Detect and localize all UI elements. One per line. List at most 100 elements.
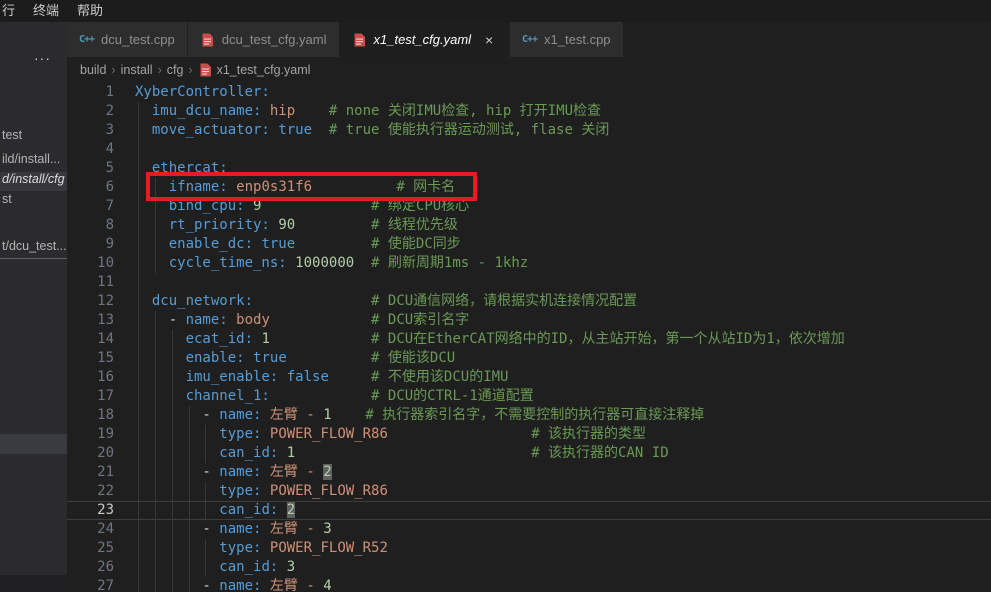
indent-guide — [138, 178, 139, 197]
indent-guide — [172, 558, 173, 577]
indent-guide — [172, 349, 173, 368]
code-line-content: ethercat: — [135, 159, 991, 178]
code-editor[interactable]: 1XyberController:2 imu_dcu_name: hip # n… — [67, 83, 991, 592]
gutter-line-number: 13 — [67, 311, 114, 330]
indent-guide — [172, 502, 173, 521]
code-line[interactable]: 25 type: POWER_FLOW_R52 — [67, 539, 991, 558]
word-highlight: 2 — [287, 502, 295, 518]
more-actions-icon[interactable]: ··· — [34, 50, 51, 66]
indent-guide — [138, 121, 139, 140]
code-line[interactable]: 11 — [67, 273, 991, 292]
indent-guide — [138, 482, 139, 501]
tab-dcu_test_cfg.yaml[interactable]: dcu_test_cfg.yaml — [188, 22, 339, 57]
indent-guide — [138, 140, 139, 159]
sidebar-selected-row[interactable] — [0, 434, 67, 454]
indent-guide — [155, 178, 156, 197]
code-line[interactable]: 3 move_actuator: true # true 使能执行器运动测试, … — [67, 121, 991, 140]
sidebar-divider — [0, 258, 67, 259]
gutter-line-number: 16 — [67, 368, 114, 387]
code-line-content: - name: body # DCU索引名字 — [135, 311, 991, 330]
gutter-line-number: 27 — [67, 577, 114, 592]
indent-guide — [138, 197, 139, 216]
tab-x1_test.cpp[interactable]: C++x1_test.cpp — [510, 22, 623, 57]
code-line[interactable]: 15 enable: true # 使能该DCU — [67, 349, 991, 368]
menu-item-帮助[interactable]: 帮助 — [68, 0, 112, 22]
code-line-content: channel_1: # DCU的CTRL-1通道配置 — [135, 387, 991, 406]
code-line[interactable]: 13 - name: body # DCU索引名字 — [67, 311, 991, 330]
editor-tab-bar: C++dcu_test.cpp dcu_test_cfg.yaml x1_test_… — [67, 22, 991, 57]
gutter-line-number: 25 — [67, 539, 114, 558]
indent-guide — [138, 368, 139, 387]
indent-guide — [138, 577, 139, 592]
indent-guide — [155, 368, 156, 387]
code-line[interactable]: 10 cycle_time_ns: 1000000 # 刷新周期1ms - 1k… — [67, 254, 991, 273]
sidebar-item[interactable]: d/install/cfg — [2, 172, 67, 186]
indent-guide — [155, 463, 156, 482]
code-line[interactable]: 22 type: POWER_FLOW_R86 — [67, 482, 991, 501]
code-line[interactable]: 21 - name: 左臂 - 2 — [67, 463, 991, 482]
gutter-line-number: 2 — [67, 102, 114, 121]
gutter-line-number: 12 — [67, 292, 114, 311]
indent-guide — [155, 349, 156, 368]
code-line[interactable]: 17 channel_1: # DCU的CTRL-1通道配置 — [67, 387, 991, 406]
gutter-line-number: 4 — [67, 140, 114, 159]
code-line[interactable]: 14 ecat_id: 1 # DCU在EtherCAT网络中的ID，从主站开始… — [67, 330, 991, 349]
breadcrumb-file[interactable]: x1_test_cfg.yaml — [217, 63, 311, 77]
code-line[interactable]: 8 rt_priority: 90 # 线程优先级 — [67, 216, 991, 235]
sidebar-item[interactable]: test — [2, 128, 67, 142]
gutter-line-number: 14 — [67, 330, 114, 349]
indent-guide — [189, 463, 190, 482]
indent-guide — [138, 349, 139, 368]
breadcrumb-segment[interactable]: cfg — [167, 63, 184, 77]
tab-dcu_test.cpp[interactable]: C++dcu_test.cpp — [67, 22, 187, 57]
breadcrumb-segment[interactable]: install — [121, 63, 153, 77]
menu-item-行[interactable]: 行 — [0, 0, 24, 22]
tab-x1_test_cfg.yaml[interactable]: x1_test_cfg.yaml× — [340, 22, 510, 57]
code-line-content: imu_dcu_name: hip # none 关闭IMU检查, hip 打开… — [135, 102, 991, 121]
code-line[interactable]: 19 type: POWER_FLOW_R86 # 该执行器的类型 — [67, 425, 991, 444]
code-line-content: cycle_time_ns: 1000000 # 刷新周期1ms - 1khz — [135, 254, 991, 273]
close-icon[interactable]: × — [481, 32, 497, 48]
code-line-content: - name: 左臂 - 2 — [135, 463, 991, 482]
gutter-line-number: 10 — [67, 254, 114, 273]
indent-guide — [138, 463, 139, 482]
indent-guide — [138, 292, 139, 311]
tab-label: dcu_test_cfg.yaml — [222, 32, 327, 47]
indent-guide — [138, 539, 139, 558]
menu-item-终端[interactable]: 终端 — [24, 0, 68, 22]
code-line[interactable]: 24 - name: 左臂 - 3 — [67, 520, 991, 539]
code-line[interactable]: 5 ethercat: — [67, 159, 991, 178]
code-line[interactable]: 12 dcu_network: # DCU通信网络，请根据实机连接情况配置 — [67, 292, 991, 311]
indent-guide — [155, 539, 156, 558]
indent-guide — [205, 502, 206, 521]
code-line-content: type: POWER_FLOW_R86 — [135, 482, 991, 501]
code-line[interactable]: 1XyberController: — [67, 83, 991, 102]
indent-guide — [155, 216, 156, 235]
code-line[interactable]: 2 imu_dcu_name: hip # none 关闭IMU检查, hip … — [67, 102, 991, 121]
cpp-file-icon: C++ — [522, 32, 537, 47]
code-line[interactable]: 20 can_id: 1 # 该执行器的CAN ID — [67, 444, 991, 463]
indent-guide — [138, 273, 139, 292]
gutter-line-number: 3 — [67, 121, 114, 140]
code-line[interactable]: 16 imu_enable: false # 不使用该DCU的IMU — [67, 368, 991, 387]
code-line[interactable]: 26 can_id: 3 — [67, 558, 991, 577]
sidebar-item[interactable]: ild/install... — [2, 152, 67, 166]
breadcrumb-segment[interactable]: build — [80, 63, 106, 77]
code-line[interactable]: 18 - name: 左臂 - 1 # 执行器索引名字，不需要控制的执行器可直接… — [67, 406, 991, 425]
indent-guide — [138, 387, 139, 406]
gutter-line-number: 5 — [67, 159, 114, 178]
code-line[interactable]: 6 ifname: enp0s31f6 # 网卡名 — [67, 178, 991, 197]
code-line-content: ifname: enp0s31f6 # 网卡名 — [135, 178, 991, 197]
code-line[interactable]: 7 bind_cpu: 9 # 绑定CPU核心 — [67, 197, 991, 216]
code-line[interactable]: 9 enable_dc: true # 使能DC同步 — [67, 235, 991, 254]
gutter-line-number: 21 — [67, 463, 114, 482]
chevron-right-icon: › — [183, 63, 197, 77]
indent-guide — [205, 539, 206, 558]
code-line[interactable]: 27 - name: 左臂 - 4 — [67, 577, 991, 592]
code-line[interactable]: 23 can_id: 2 — [67, 501, 991, 520]
sidebar-item[interactable]: st — [2, 192, 67, 206]
code-line[interactable]: 4 — [67, 140, 991, 159]
code-line-content: enable_dc: true # 使能DC同步 — [135, 235, 991, 254]
sidebar-item[interactable]: t/dcu_test... — [2, 239, 67, 253]
gutter-line-number: 1 — [67, 83, 114, 102]
